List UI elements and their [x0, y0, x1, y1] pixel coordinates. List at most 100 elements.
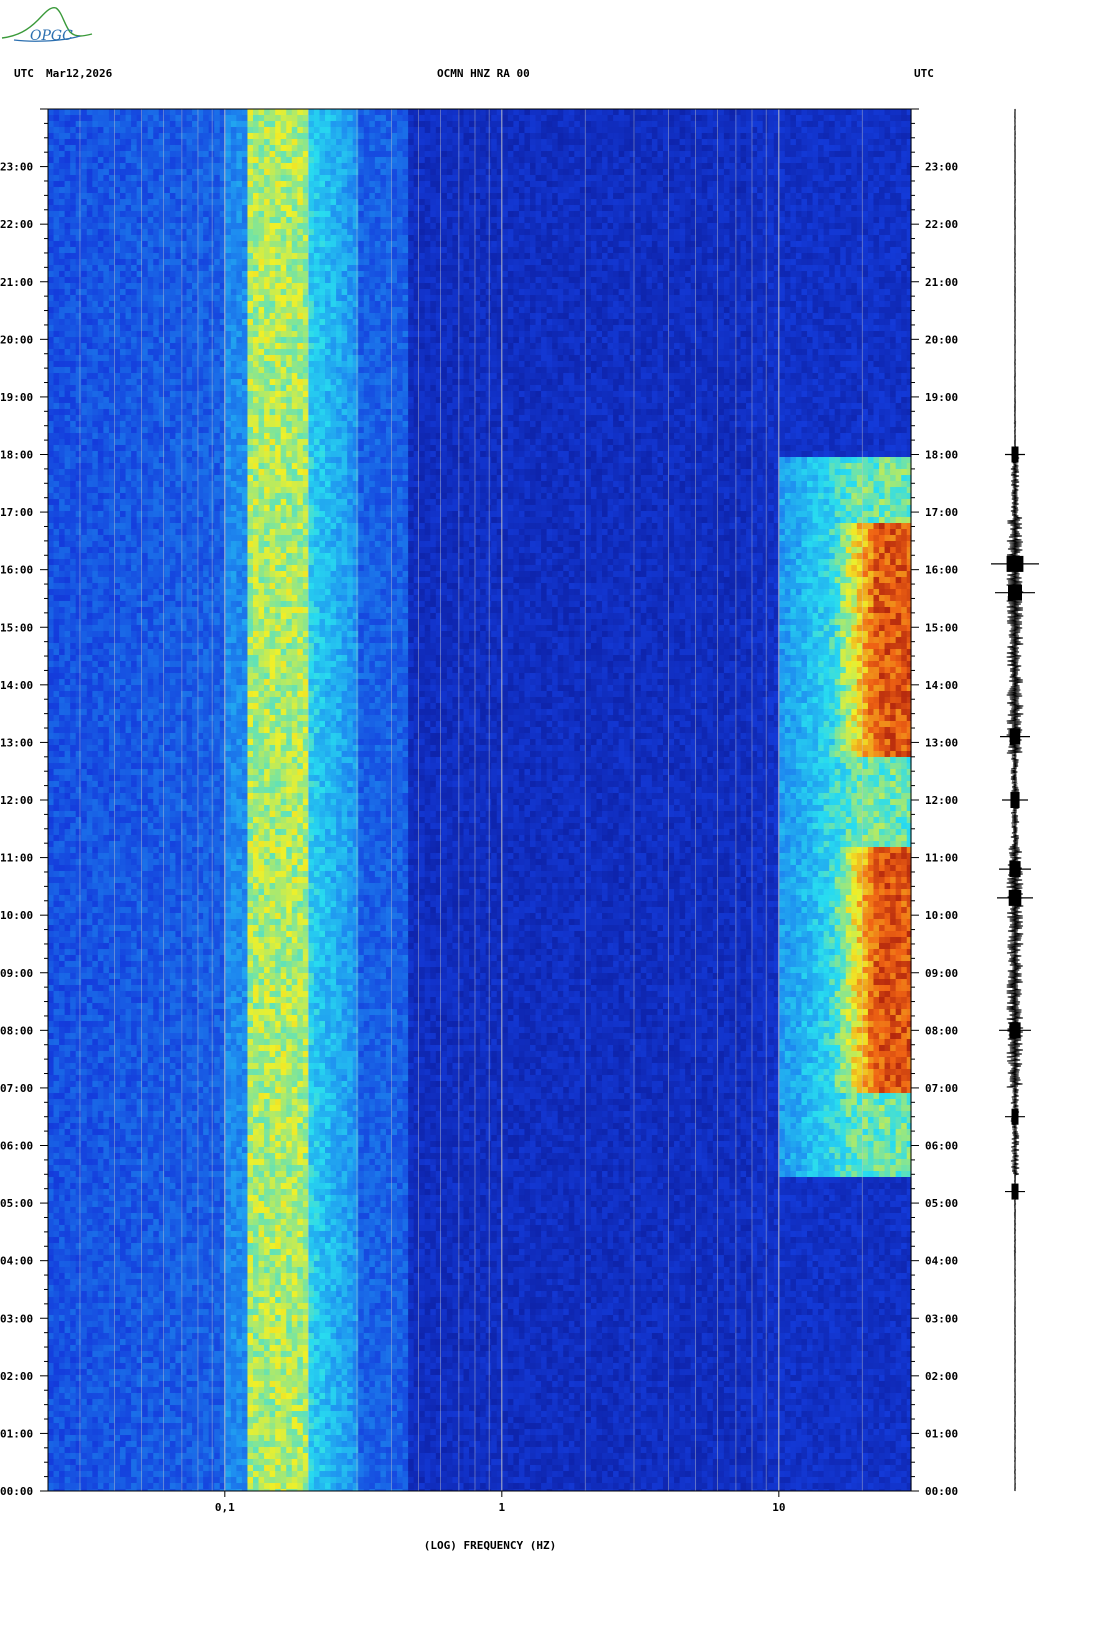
heatmap-cell [342, 145, 348, 151]
heatmap-cell [98, 247, 104, 253]
heatmap-cell [87, 163, 93, 169]
heatmap-cell [669, 193, 675, 199]
heatmap-cell [646, 235, 652, 241]
heatmap-cell [126, 271, 132, 277]
heatmap-cell [813, 223, 819, 229]
heatmap-cell [779, 145, 785, 151]
heatmap-cell [358, 151, 364, 157]
heatmap-cell [275, 283, 281, 289]
heatmap-cell [818, 247, 824, 253]
heatmap-cell [120, 121, 126, 127]
heatmap-cell [552, 211, 558, 217]
heatmap-cell [591, 181, 597, 187]
heatmap-cell [253, 253, 259, 259]
heatmap-cell [790, 199, 796, 205]
heatmap-cell [873, 157, 879, 163]
heatmap-cell [403, 241, 409, 247]
heatmap-cell [835, 109, 841, 115]
heatmap-cell [259, 121, 265, 127]
heatmap-cell [558, 235, 564, 241]
heatmap-cell [635, 157, 641, 163]
heatmap-cell [896, 169, 902, 175]
heatmap-cell [419, 199, 425, 205]
heatmap-cell [242, 193, 248, 199]
heatmap-cell [347, 283, 353, 289]
heatmap-cell [674, 205, 680, 211]
heatmap-cell [879, 229, 885, 235]
heatmap-cell [87, 181, 93, 187]
heatmap-cell [386, 277, 392, 283]
heatmap-cell [242, 223, 248, 229]
heatmap-cell [885, 127, 891, 133]
heatmap-cell [308, 211, 314, 217]
heatmap-cell [358, 277, 364, 283]
heatmap-cell [109, 259, 115, 265]
heatmap-cell [785, 295, 791, 301]
heatmap-cell [264, 199, 270, 205]
heatmap-cell [270, 121, 276, 127]
heatmap-cell [624, 211, 630, 217]
heatmap-cell [192, 157, 198, 163]
heatmap-cell [397, 181, 403, 187]
heatmap-cell [524, 211, 530, 217]
heatmap-cell [342, 277, 348, 283]
heatmap-cell [148, 169, 154, 175]
heatmap-cell [536, 121, 542, 127]
heatmap-cell [652, 271, 658, 277]
heatmap-cell [270, 277, 276, 283]
heatmap-cell [896, 217, 902, 223]
heatmap-cell [281, 145, 287, 151]
heatmap-cell [225, 259, 231, 265]
heatmap-cell [718, 139, 724, 145]
heatmap-cell [508, 175, 514, 181]
heatmap-cell [873, 247, 879, 253]
heatmap-cell [275, 151, 281, 157]
heatmap-cell [425, 145, 431, 151]
heatmap-cell [192, 133, 198, 139]
heatmap-cell [757, 193, 763, 199]
heatmap-cell [768, 199, 774, 205]
heatmap-cell [369, 223, 375, 229]
heatmap-cell [380, 259, 386, 265]
heatmap-cell [619, 163, 625, 169]
heatmap-cell [669, 247, 675, 253]
heatmap-cell [896, 181, 902, 187]
heatmap-cell [718, 151, 724, 157]
heatmap-cell [707, 253, 713, 259]
heatmap-cell [425, 277, 431, 283]
heatmap-cell [54, 109, 60, 115]
heatmap-cell [624, 199, 630, 205]
heatmap-cell [807, 247, 813, 253]
heatmap-cell [92, 157, 98, 163]
heatmap-cell [602, 163, 608, 169]
heatmap-cell [270, 247, 276, 253]
heatmap-cell [148, 259, 154, 265]
heatmap-cell [447, 259, 453, 265]
heatmap-cell [342, 193, 348, 199]
heatmap-cell [596, 217, 602, 223]
heatmap-cell [308, 127, 314, 133]
heatmap-cell [347, 235, 353, 241]
heatmap-cell [569, 175, 575, 181]
heatmap-cell [569, 133, 575, 139]
heatmap-cell [92, 271, 98, 277]
heatmap-cell [746, 145, 752, 151]
heatmap-cell [114, 271, 120, 277]
heatmap-cell [414, 247, 420, 253]
heatmap-cell [286, 217, 292, 223]
heatmap-cell [314, 175, 320, 181]
heatmap-cell [630, 199, 636, 205]
heatmap-cell [707, 295, 713, 301]
heatmap-cell [768, 295, 774, 301]
heatmap-cell [76, 277, 82, 283]
heatmap-cell [519, 109, 525, 115]
heatmap-cell [541, 283, 547, 289]
heatmap-cell [779, 187, 785, 193]
heatmap-cell [336, 169, 342, 175]
heatmap-cell [76, 169, 82, 175]
heatmap-cell [486, 127, 492, 133]
heatmap-cell [131, 259, 137, 265]
heatmap-cell [879, 277, 885, 283]
heatmap-cell [109, 133, 115, 139]
heatmap-cell [513, 217, 519, 223]
